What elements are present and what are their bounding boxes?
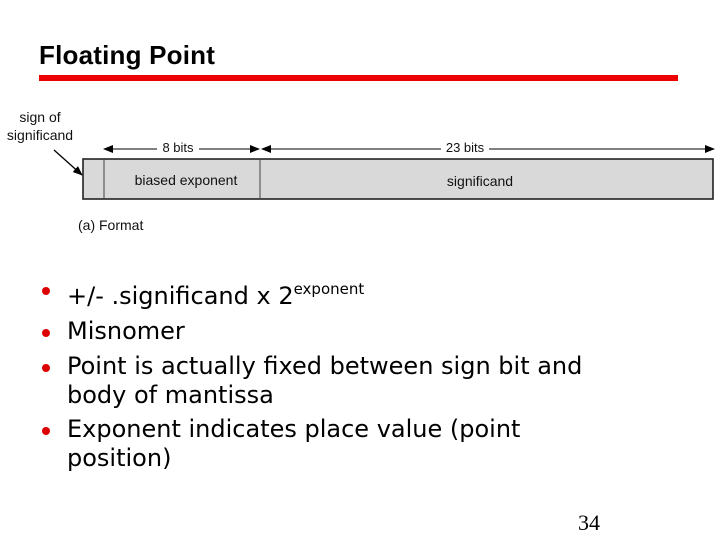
bullet-list: +/- .significand x 2exponent Misnomer Po… xyxy=(40,272,700,475)
title-underline xyxy=(39,75,678,81)
slide-title: Floating Point xyxy=(39,40,216,70)
bullet-superscript: exponent xyxy=(293,280,365,298)
sign-pointer-arrow xyxy=(53,149,83,176)
diagram-caption: (a) Format xyxy=(78,217,143,233)
exponent-bits-label: 8 bits xyxy=(162,140,194,155)
bullet-text: Exponent indicates place value (point xyxy=(67,415,521,443)
float-format-diagram: sign of significand 8 bits 23 bits biase… xyxy=(7,109,715,233)
bullet-continuation: position) xyxy=(67,444,172,472)
bullet-item: Point is actually fixed between sign bit… xyxy=(40,349,700,412)
significand-field-label: significand xyxy=(447,173,513,189)
bullet-dot xyxy=(42,364,50,372)
bullet-text: Point is actually fixed between sign bit… xyxy=(67,352,583,380)
bullet-item: Exponent indicates place value (point po… xyxy=(40,412,700,475)
sign-label-line1: sign of xyxy=(19,109,60,125)
bullet-text: +/- .significand x 2 xyxy=(67,282,294,310)
significand-bits-label: 23 bits xyxy=(446,140,485,155)
exponent-field-label: biased exponent xyxy=(135,172,238,188)
bullet-dot xyxy=(42,329,50,337)
page-number: 34 xyxy=(578,510,600,535)
bullet-dot xyxy=(42,427,50,435)
bullet-continuation: body of mantissa xyxy=(67,381,274,409)
bullet-dot xyxy=(42,287,50,295)
sign-label-line2: significand xyxy=(7,127,73,143)
bullet-text: Misnomer xyxy=(67,317,185,345)
bullet-item: Misnomer xyxy=(40,314,700,349)
bullet-item: +/- .significand x 2exponent xyxy=(40,272,700,314)
